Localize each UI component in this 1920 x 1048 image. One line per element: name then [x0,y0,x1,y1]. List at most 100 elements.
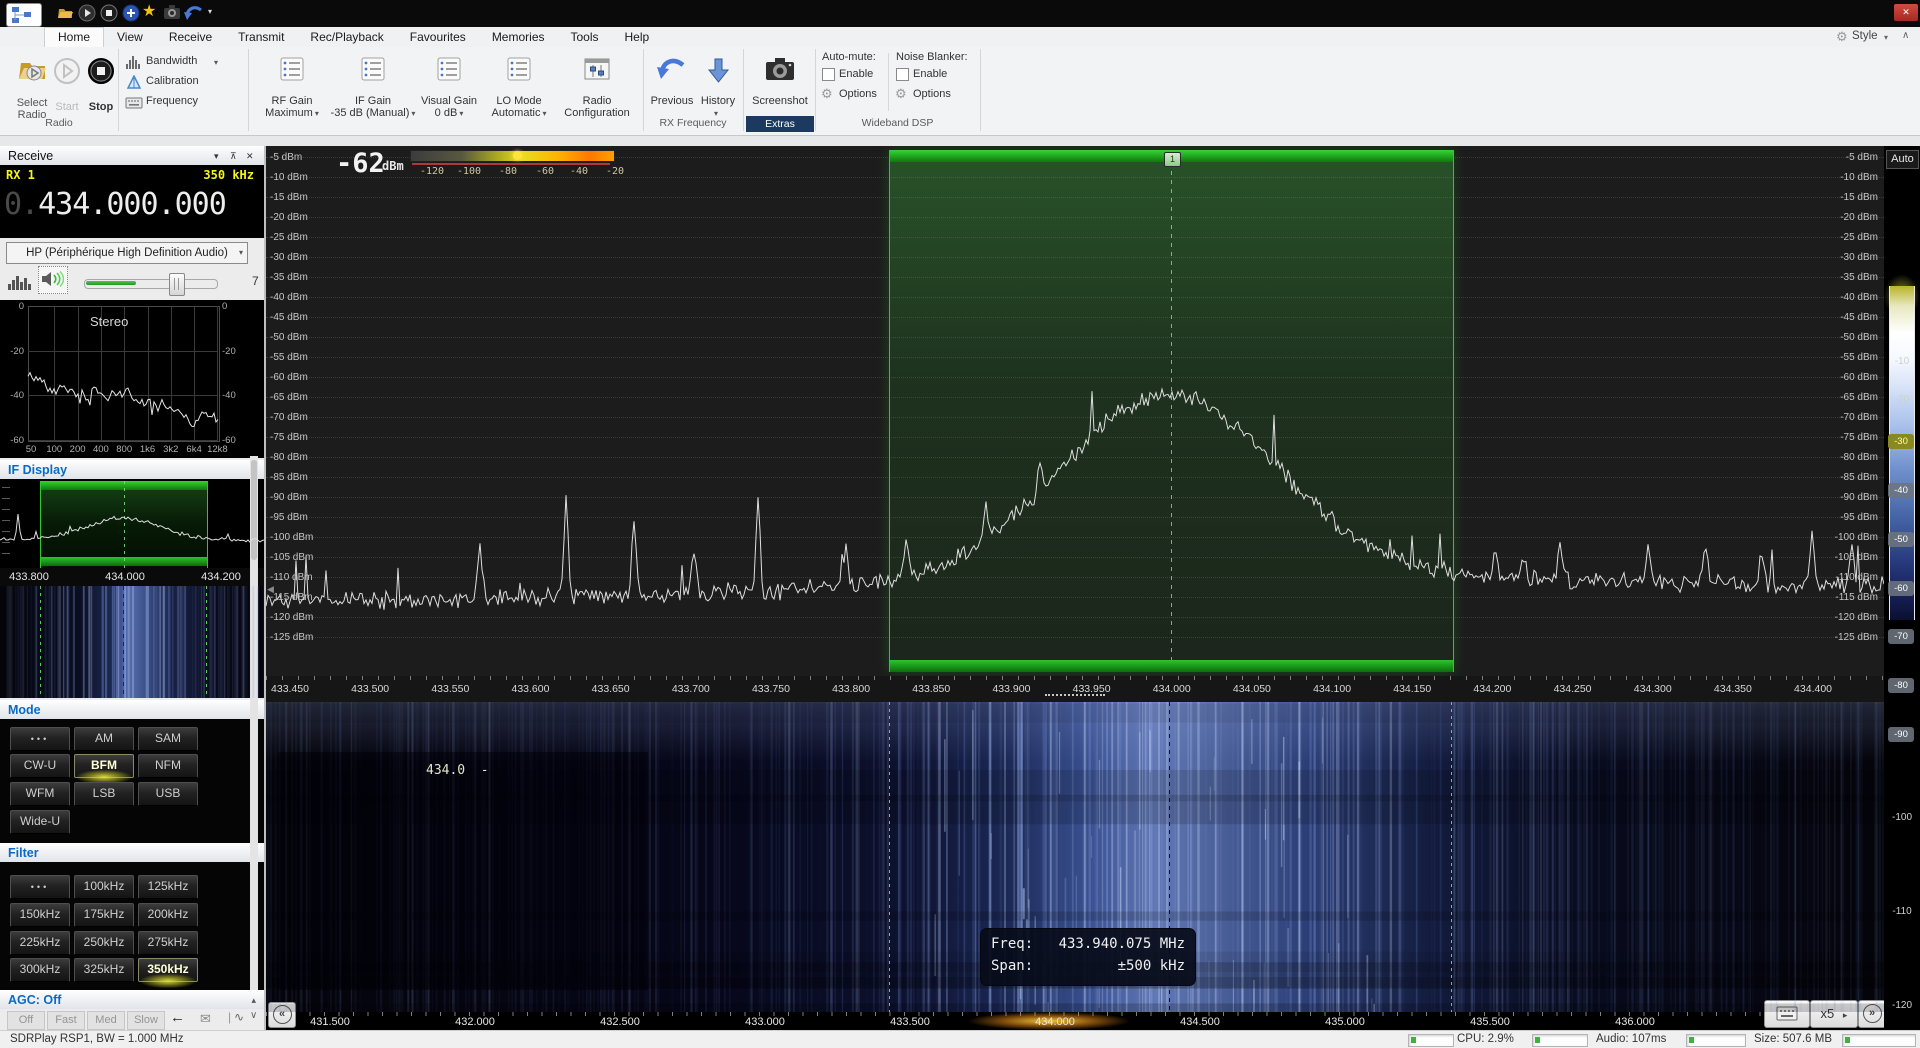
strip-chip[interactable]: -70 [1888,629,1914,644]
audio-device-select[interactable]: HP (Périphérique High Definition Audio) … [6,242,248,264]
open-folder-button[interactable] [56,4,74,22]
mode-button-wfm[interactable]: WFM [10,782,70,806]
chevron-down-icon[interactable]: ∨ [250,1010,257,1021]
agc-header[interactable]: AGC: Off ▴ [0,990,264,1011]
tab-favourites[interactable]: Favourites [397,27,479,47]
mode-button-usb[interactable]: USB [138,782,198,806]
panel-close-icon[interactable]: ✕ [246,151,254,162]
panel-pin-icon[interactable]: ⊼ [230,151,237,162]
dbm-label-right: -100 dBm [1828,532,1878,543]
frequency-button[interactable]: Frequency [124,94,246,112]
tab-tools[interactable]: Tools [558,27,612,47]
filter-header[interactable]: Filter ▴ [0,843,264,864]
visual-gain-button[interactable]: Visual Gain 0 dB▾ [416,49,482,129]
lo-mode-button[interactable]: LO Mode Automatic▾ [486,49,552,129]
filter-button-275khz[interactable]: 275kHz [138,931,198,955]
collapse-icon[interactable]: ▴ [251,995,256,1006]
volume-slider[interactable] [84,279,218,289]
dbm-label-right: -40 dBm [1828,292,1878,303]
close-button[interactable]: ✕ [1894,4,1918,21]
main-spectrum-display[interactable]: 1 -62 dBm ◀ -5 dBm-5 dBm-10 dBm-10 dBm-1… [266,146,1884,676]
filter-button-200khz[interactable]: 200kHz [138,903,198,927]
tab-view[interactable]: View [104,27,156,47]
volume-slider-handle[interactable] [169,273,185,296]
filter-button-150khz[interactable]: 150kHz [10,903,70,927]
mode-button-wideu[interactable]: Wide-U [10,810,70,834]
if-gain-button[interactable]: IF Gain -35 dB (Manual)▾ [332,49,414,129]
mode-button-am[interactable]: AM [74,727,134,751]
if-waterfall[interactable] [0,586,264,698]
mode-header[interactable]: Mode ▴ [0,700,264,721]
radio-configuration-button[interactable]: Radio Configuration [554,49,640,129]
mode-button-lsb[interactable]: LSB [74,782,134,806]
tooltip-freq-label: Freq: [991,936,1033,952]
mode-button-bfm[interactable]: BFM [74,754,134,778]
app-menu-button[interactable] [6,3,42,27]
agc-button-med[interactable]: Med [87,1011,125,1030]
if-spectrum-display[interactable] [0,479,264,568]
style-menu[interactable]: Style [1852,30,1878,42]
calibration-button[interactable]: Calibration [124,74,246,92]
frequency-digits[interactable]: 0.434.000.000 [4,187,226,222]
tab-transmit[interactable]: Transmit [225,27,297,47]
tab-rec-playback[interactable]: Rec/Playback [297,27,396,47]
play-button-quick[interactable] [78,4,96,22]
noise-blanker-enable-checkbox[interactable] [896,68,909,81]
tab-memories[interactable]: Memories [479,27,558,47]
back-arrow-icon[interactable]: ← [170,1009,185,1026]
palette-gradient-bar[interactable] [1889,286,1915,620]
filter-button-350khz[interactable]: 350kHz [138,958,198,982]
filter-button-325khz[interactable]: 325kHz [74,958,134,982]
spectrum-frequency-axis[interactable]: 433.450433.500433.550433.600433.650433.7… [266,676,1884,702]
auto-contrast-button[interactable]: Auto [1886,150,1919,169]
strip-chip[interactable]: -40 [1888,483,1914,498]
tab-receive[interactable]: Receive [156,27,225,47]
strip-chip[interactable]: -60 [1888,581,1914,596]
strip-chip[interactable]: -80 [1888,678,1914,693]
ribbon: Select Radio Start Stop Bandwidth ▾ Cali… [0,47,1920,136]
stop-button-quick[interactable] [100,4,118,22]
strip-chip[interactable]: -50 [1888,532,1914,547]
filter-button-225khz[interactable]: 225kHz [10,931,70,955]
bandwidth-button[interactable]: Bandwidth ▾ [124,54,246,72]
dbm-label-right: -95 dBm [1828,512,1878,523]
tab-home[interactable]: Home [44,27,104,47]
add-button-quick[interactable] [122,4,140,22]
mute-button[interactable] [38,266,68,294]
filter-button-125khz[interactable]: 125kHz [138,875,198,899]
spectrum-left-scroll-icon[interactable]: ◀ [267,584,274,595]
if-display-header[interactable]: IF Display ▴ [0,460,264,481]
favourite-button-quick[interactable]: ★ [142,1,160,19]
receive-panel-caption[interactable]: Receive ▾ ⊼ ✕ [0,146,264,167]
rf-gain-button[interactable]: RF Gain Maximum▾ [254,49,330,129]
panel-menu-caret-icon[interactable]: ▾ [214,151,219,162]
mode-button-[interactable]: ••• [10,727,70,751]
mode-button-nfm[interactable]: NFM [138,754,198,778]
filter-button-[interactable]: ••• [10,875,70,899]
mode-button-cwu[interactable]: CW-U [10,754,70,778]
filter-button-175khz[interactable]: 175kHz [74,903,134,927]
noise-blanker-options-button[interactable]: Options [913,88,951,100]
filter-button-300khz[interactable]: 300kHz [10,958,70,982]
strip-chip[interactable]: -90 [1888,727,1914,742]
automute-options-button[interactable]: Options [839,88,877,100]
tab-help[interactable]: Help [612,27,663,47]
agc-button-off[interactable]: Off [7,1011,45,1030]
automute-enable-checkbox[interactable] [822,68,835,81]
collapse-ribbon-icon[interactable]: ∧ [1902,30,1909,41]
statusbar: SDRPlay RSP1, BW = 1.000 MHz CPU: 2.9% A… [0,1030,1920,1048]
waterfall-frequency-scale[interactable]: 431.500432.000432.500433.000433.500434.0… [266,1012,1884,1030]
filter-button-100khz[interactable]: 100kHz [74,875,134,899]
envelope-icon[interactable]: ✉ [200,1011,211,1027]
agc-button-slow[interactable]: Slow [127,1011,165,1030]
quick-access-more-icon[interactable]: ▾ [208,7,226,25]
camera-button-quick[interactable] [163,4,181,22]
frequency-display[interactable]: RX 1 350 kHz 0.434.000.000 [0,165,264,238]
mode-button-sam[interactable]: SAM [138,727,198,751]
agc-button-fast[interactable]: Fast [47,1011,85,1030]
undo-button-quick[interactable] [184,4,202,22]
waveform-icon[interactable]: ∿ [234,1010,244,1024]
strip-chip[interactable]: -30 [1888,434,1914,449]
wideband-waterfall[interactable]: 434.0 - Freq:433.940.075 MHz Span:±500 k… [266,702,1884,1012]
filter-button-250khz[interactable]: 250kHz [74,931,134,955]
